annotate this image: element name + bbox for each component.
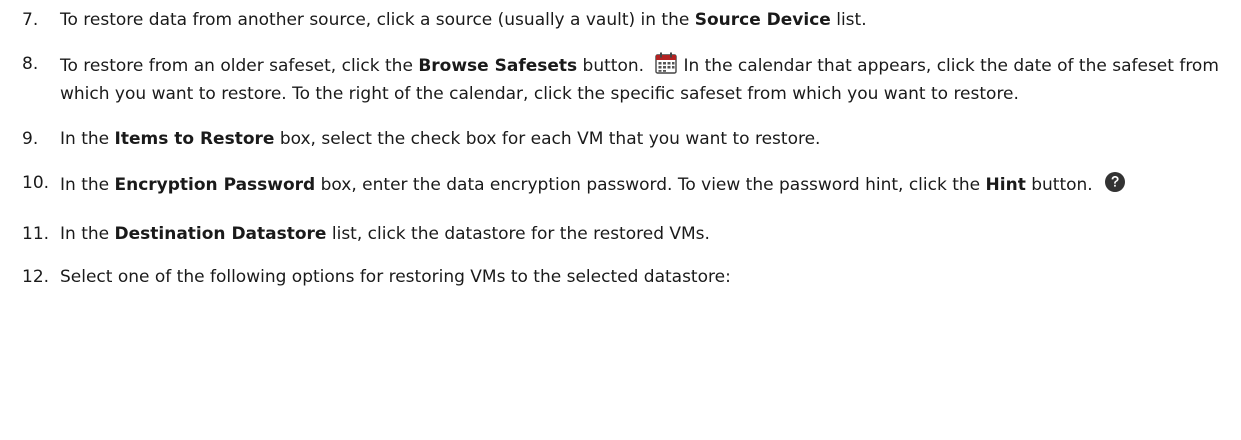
step-text: To restore data from another source, cli… [60, 8, 1241, 33]
question-circle-icon [1104, 171, 1126, 201]
step-text: Select one of the following options for … [60, 265, 1241, 290]
step-text-segment: To restore from an older safeset, click … [60, 56, 419, 76]
step-text-segment: In the [60, 129, 115, 149]
step-number: 9. [22, 129, 39, 149]
step-8: 8. To restore from an older safeset, cli… [0, 52, 1241, 107]
ui-term-source-device: Source Device [694, 10, 831, 30]
step-7: 7. To restore data from another source, … [0, 8, 1241, 33]
document-page: 7. To restore data from another source, … [0, 0, 1241, 440]
step-text-segment: list, click the datastore for the restor… [326, 224, 710, 244]
step-text-segment: In the [60, 175, 115, 195]
step-text-segment: box, select the check box for each VM th… [274, 129, 821, 149]
ui-term-items-to-restore: Items to Restore [114, 129, 275, 149]
step-text: To restore from an older safeset, click … [60, 52, 1241, 107]
step-text: In the Encryption Password box, enter th… [60, 171, 1241, 201]
step-text-segment: box, enter the data encryption password.… [315, 175, 986, 195]
step-text-segment: Select one of the following options for … [60, 267, 731, 287]
step-12: 12. Select one of the following options … [0, 265, 1241, 290]
step-text: In the Items to Restore box, select the … [60, 127, 1241, 152]
step-11: 11. In the Destination Datastore list, c… [0, 222, 1241, 247]
ui-term-hint: Hint [985, 175, 1026, 195]
ui-term-encryption-password: Encryption Password [114, 175, 316, 195]
step-number: 8. [22, 54, 39, 74]
ui-term-browse-safesets: Browse Safesets [418, 56, 578, 76]
step-number: 11. [22, 224, 50, 244]
step-number: 10. [22, 173, 50, 193]
step-text-segment: list. [830, 10, 867, 30]
step-text-segment: In the [60, 224, 115, 244]
step-10: 10. In the Encryption Password box, ente… [0, 171, 1241, 201]
step-text-segment: To restore data from another source, cli… [60, 10, 695, 30]
step-text-segment: button. [577, 56, 645, 76]
calendar-icon [655, 52, 678, 82]
step-number: 12. [22, 267, 50, 287]
step-text: In the Destination Datastore list, click… [60, 222, 1241, 247]
step-number: 7. [22, 10, 39, 30]
ui-term-destination-datastore: Destination Datastore [114, 224, 327, 244]
step-9: 9. In the Items to Restore box, select t… [0, 127, 1241, 152]
step-text-segment: button. [1025, 175, 1093, 195]
